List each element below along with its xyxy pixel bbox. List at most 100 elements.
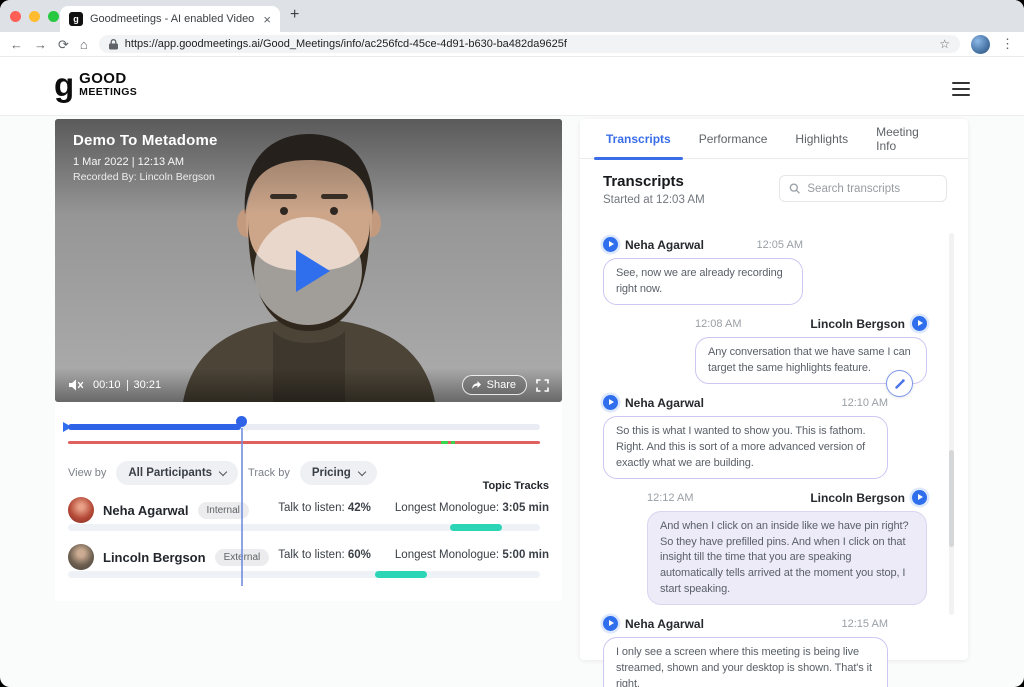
chevron-down-icon [219, 467, 227, 475]
edit-transcript-button[interactable] [886, 370, 913, 397]
participant-name: Lincoln Bergson [103, 550, 206, 565]
talk-to-listen-value: 42% [348, 502, 371, 514]
message-bubble[interactable]: I only see a screen where this meeting i… [603, 637, 888, 687]
browser-profile-avatar[interactable] [971, 35, 990, 54]
message-bubble[interactable]: See, now we are already recording right … [603, 258, 803, 305]
participant-stats: Talk to listen: 60% Longest Monologue: 5… [278, 549, 549, 561]
transcript-list: Neha Agarwal 12:05 AM See, now we are al… [580, 237, 968, 687]
search-input[interactable] [807, 183, 937, 195]
mute-icon[interactable] [68, 378, 84, 392]
play-button[interactable] [254, 217, 362, 325]
track-by-label: Track by [248, 467, 290, 479]
avatar [68, 497, 94, 523]
speaking-track[interactable] [68, 571, 540, 578]
progress-fill [68, 424, 241, 430]
new-tab-icon[interactable]: + [290, 6, 299, 24]
chevron-down-icon [358, 467, 366, 475]
tab-performance[interactable]: Performance [687, 119, 780, 159]
share-arrow-icon [471, 380, 482, 390]
meeting-datetime: 1 Mar 2022 | 12:13 AM [73, 156, 218, 168]
message-bubble[interactable]: And when I click on an inside like we ha… [647, 511, 927, 605]
message-bubble[interactable]: So this is what I wanted to show you. Th… [603, 416, 888, 479]
tab-highlights[interactable]: Highlights [783, 119, 860, 159]
play-snippet-icon[interactable] [912, 316, 927, 331]
video-info-overlay: Demo To Metadome 1 Mar 2022 | 12:13 AM R… [73, 132, 218, 183]
video-player[interactable]: Demo To Metadome 1 Mar 2022 | 12:13 AM R… [55, 119, 562, 402]
tab-close-icon[interactable]: × [263, 13, 271, 26]
minimize-window-button[interactable] [29, 11, 40, 22]
message-time: 12:10 AM [842, 397, 888, 409]
timeline-filters: View by All Participants Track by Pricin… [68, 461, 377, 485]
time-separator [127, 380, 128, 391]
play-snippet-icon[interactable] [603, 237, 618, 252]
favicon: g [69, 12, 83, 26]
speaker-name: Neha Agarwal [625, 238, 704, 252]
longest-monologue-label: Longest Monologue: [395, 502, 499, 514]
share-label: Share [487, 379, 516, 391]
speaking-segment [375, 571, 427, 578]
speaking-track[interactable] [68, 524, 540, 531]
tab-meeting-info[interactable]: Meeting Info [864, 119, 954, 159]
speaker-name: Neha Agarwal [625, 396, 704, 410]
browser-tab[interactable]: g Goodmeetings - AI enabled Video Meetin… [60, 6, 280, 32]
play-snippet-icon[interactable] [603, 395, 618, 410]
play-icon [296, 250, 330, 292]
tab-transcripts[interactable]: Transcripts [594, 119, 683, 159]
search-icon [789, 182, 800, 195]
search-transcripts-box[interactable] [779, 175, 947, 202]
transcript-message: 12:12 AM Lincoln Bergson And when I clic… [647, 490, 927, 605]
video-controls-bar: 00:10 30:21 Share [55, 368, 562, 402]
longest-monologue-label: Longest Monologue: [395, 549, 499, 561]
view-by-dropdown[interactable]: All Participants [116, 461, 238, 485]
logo-word-good: GOOD [79, 72, 137, 86]
view-by-label: View by [68, 467, 106, 479]
menu-icon[interactable] [952, 82, 970, 96]
playhead-marker-line [241, 428, 243, 586]
message-time: 12:15 AM [842, 618, 888, 630]
back-icon[interactable]: ← [10, 38, 23, 51]
participant-row: Neha Agarwal Internal [68, 497, 249, 523]
meeting-title: Demo To Metadome [73, 132, 218, 149]
message-time: 12:08 AM [695, 318, 741, 330]
zoom-window-button[interactable] [48, 11, 59, 22]
topic-track-line[interactable] [68, 441, 540, 444]
transcript-message: Neha Agarwal 12:10 AM So this is what I … [603, 395, 888, 479]
message-time: 12:12 AM [647, 492, 693, 504]
play-snippet-icon[interactable] [912, 490, 927, 505]
talk-to-listen-value: 60% [348, 549, 371, 561]
url-text[interactable]: https://app.goodmeetings.ai/Good_Meeting… [125, 38, 932, 50]
browser-tab-strip: g Goodmeetings - AI enabled Video Meetin… [0, 0, 1024, 32]
transcripts-panel: Transcripts Performance Highlights Meeti… [580, 119, 968, 660]
meeting-player-card: Demo To Metadome 1 Mar 2022 | 12:13 AM R… [55, 119, 562, 601]
transcripts-header: Transcripts Started at 12:03 AM [580, 159, 968, 223]
scrollbar-thumb[interactable] [949, 450, 954, 547]
goodmeetings-logo[interactable]: g GOOD MEETINGS [54, 70, 137, 100]
forward-icon[interactable]: → [34, 38, 47, 51]
track-by-dropdown[interactable]: Pricing [300, 461, 377, 485]
home-icon[interactable]: ⌂ [80, 38, 88, 51]
address-bar[interactable]: https://app.goodmeetings.ai/Good_Meeting… [99, 35, 960, 53]
message-bubble[interactable]: Any conversation that we have same I can… [695, 337, 927, 384]
logo-g-icon: g [54, 70, 74, 100]
track-by-value: Pricing [312, 467, 351, 479]
bookmark-star-icon[interactable]: ☆ [939, 37, 950, 51]
transcript-message: Neha Agarwal 12:05 AM See, now we are al… [603, 237, 803, 305]
talk-to-listen-label: Talk to listen: [278, 549, 344, 561]
window-controls [10, 11, 59, 22]
view-by-value: All Participants [128, 467, 212, 479]
progress-handle[interactable] [236, 416, 247, 427]
avatar [68, 544, 94, 570]
video-duration: 30:21 [134, 379, 162, 391]
reload-icon[interactable]: ⟳ [58, 38, 69, 51]
speaker-name: Lincoln Bergson [810, 317, 905, 331]
play-snippet-icon[interactable] [603, 616, 618, 631]
talk-to-listen-label: Talk to listen: [278, 502, 344, 514]
browser-menu-icon[interactable]: ⋮ [1001, 36, 1014, 52]
fullscreen-icon[interactable] [536, 379, 549, 392]
speaker-name: Neha Agarwal [625, 617, 704, 631]
close-window-button[interactable] [10, 11, 21, 22]
share-button[interactable]: Share [462, 375, 527, 395]
playback-progress-bar[interactable] [68, 424, 540, 430]
pencil-icon [894, 378, 906, 390]
scrollbar-track[interactable] [949, 233, 954, 615]
